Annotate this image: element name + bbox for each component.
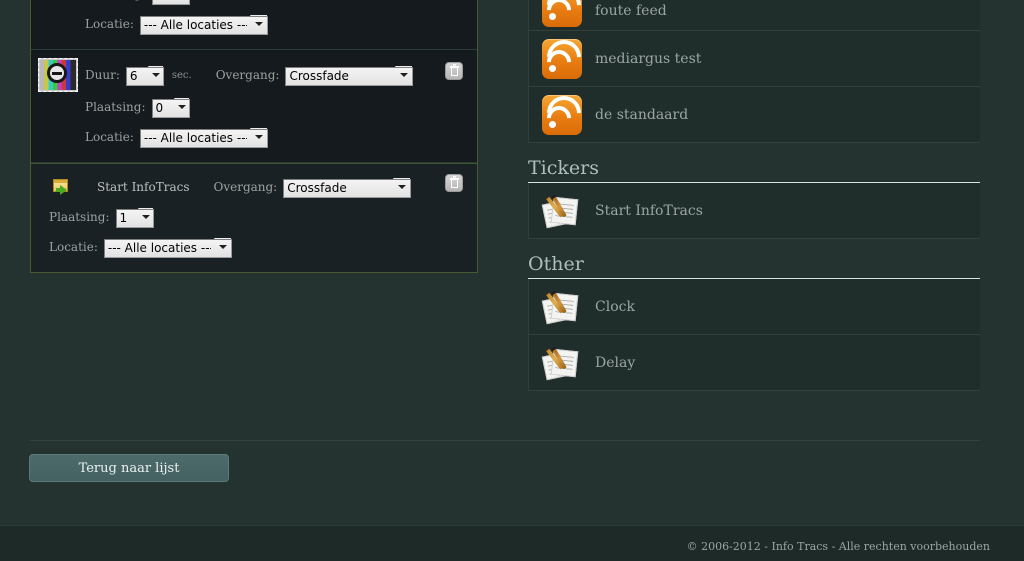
location-select-wrap: --- Alle locaties ---	[103, 237, 232, 258]
feed-label: foute feed	[595, 2, 667, 19]
position-select-wrap: 1	[115, 207, 154, 228]
other-label: Clock	[595, 298, 635, 315]
location-select[interactable]: --- Alle locaties ---	[139, 128, 268, 148]
other-icon-cell	[529, 288, 595, 326]
transition-select[interactable]: Crossfade	[283, 178, 412, 198]
rss-icon	[539, 0, 589, 29]
playlist-item-row-main: Duur: 6 sec. Overgang: Crossfade	[31, 58, 477, 92]
rss-icon	[539, 32, 589, 81]
playlist-item-row-position: Plaatsing: 1	[49, 202, 477, 232]
position-label: Plaatsing:	[49, 210, 110, 224]
library-feed-item[interactable]: de standaard	[528, 87, 980, 143]
paper-pen-icon	[541, 288, 582, 326]
location-label: Locatie:	[85, 130, 134, 144]
back-to-list-button[interactable]: Terug naar lijst	[29, 454, 229, 482]
paper-pen-icon	[541, 344, 582, 382]
position-select[interactable]: 1	[115, 208, 154, 228]
playlist-item-title: Start InfoTracs	[97, 180, 190, 194]
position-label: Plaatsing:	[85, 100, 146, 114]
ticker-label: Start InfoTracs	[595, 202, 703, 219]
playlist-item-row-location: Locatie: --- Alle locaties ---	[31, 122, 477, 152]
library-other-item[interactable]: Clock	[528, 279, 980, 335]
thumbnail-cell	[49, 178, 97, 196]
duration-select[interactable]: 6	[125, 66, 164, 86]
other-label: Delay	[595, 354, 636, 371]
playlist-item[interactable]: Start InfoTracs Overgang: Crossfade Plaa…	[31, 163, 477, 272]
feed-label: mediargus test	[595, 50, 702, 67]
library-other-item[interactable]: Delay	[528, 335, 980, 391]
transition-select-wrap: Crossfade	[285, 65, 414, 86]
paper-pen-icon	[541, 192, 582, 230]
thumbnail-cell	[31, 58, 85, 92]
transition-label: Overgang:	[213, 180, 278, 194]
location-select-wrap: --- Alle locaties ---	[139, 14, 268, 35]
position-select-wrap: 0	[151, 97, 190, 118]
position-select[interactable]: 0	[151, 0, 190, 5]
section-heading-tickers: Tickers	[528, 143, 980, 183]
tv-test-pattern-icon	[38, 58, 78, 92]
position-label: Plaatsing:	[85, 0, 146, 1]
library-column: foute feed mediargus test de standaard T…	[528, 0, 980, 391]
library-ticker-item[interactable]: Start InfoTracs	[528, 183, 980, 239]
position-select[interactable]: 0	[151, 98, 190, 118]
playlist-item-row-main: Start InfoTracs Overgang: Crossfade	[49, 172, 477, 202]
playlist-item[interactable]: Duur: 6 sec. Overgang: Crossfade Plaatsi…	[31, 50, 477, 163]
trash-icon	[449, 176, 459, 188]
location-label: Locatie:	[85, 17, 134, 31]
location-select[interactable]: --- Alle locaties ---	[103, 238, 232, 258]
location-label: Locatie:	[49, 240, 98, 254]
rss-icon	[539, 88, 589, 137]
playlist-item-row-location: Locatie: --- Alle locaties ---	[49, 232, 477, 262]
note-arrow-icon	[53, 178, 73, 196]
library-feed-item[interactable]: foute feed	[528, 0, 980, 31]
transition-select[interactable]: Crossfade	[285, 66, 414, 86]
delete-item-button[interactable]	[445, 62, 463, 80]
transition-select-wrap: Crossfade	[283, 177, 412, 198]
playlist-item-row-position: Plaatsing: 0	[31, 0, 477, 9]
ticker-icon-cell	[529, 192, 595, 230]
page-footer: © 2006-2012 - Info Tracs - Alle rechten …	[0, 525, 1024, 561]
playlist-item-row-position: Plaatsing: 0	[31, 92, 477, 122]
feed-icon-cell	[529, 32, 595, 81]
transition-label: Overgang:	[215, 68, 280, 82]
page-root: Tracs Duur: 6 sec. Overgang: Crossfade	[0, 0, 1024, 561]
duration-unit-label: sec.	[171, 69, 192, 81]
other-icon-cell	[529, 344, 595, 382]
location-select[interactable]: --- Alle locaties ---	[139, 15, 268, 35]
playlist-panel: Tracs Duur: 6 sec. Overgang: Crossfade	[30, 0, 478, 273]
duration-label: Duur:	[85, 68, 120, 82]
location-select-wrap: --- Alle locaties ---	[139, 127, 268, 148]
section-heading-other: Other	[528, 239, 980, 279]
playlist-item-row-location: Locatie: --- Alle locaties ---	[31, 9, 477, 39]
copyright-text: © 2006-2012 - Info Tracs - Alle rechten …	[686, 540, 990, 553]
position-select-wrap: 0	[151, 0, 190, 5]
feed-icon-cell	[529, 88, 595, 137]
content-divider	[30, 440, 980, 441]
playlist-item[interactable]: Tracs Duur: 6 sec. Overgang: Crossfade	[31, 0, 477, 50]
feed-icon-cell	[529, 0, 595, 29]
delete-item-button[interactable]	[445, 174, 463, 192]
feed-label: de standaard	[595, 106, 689, 123]
library-feed-item[interactable]: mediargus test	[528, 31, 980, 87]
trash-icon	[449, 64, 459, 76]
duration-select-wrap: 6	[125, 65, 164, 86]
